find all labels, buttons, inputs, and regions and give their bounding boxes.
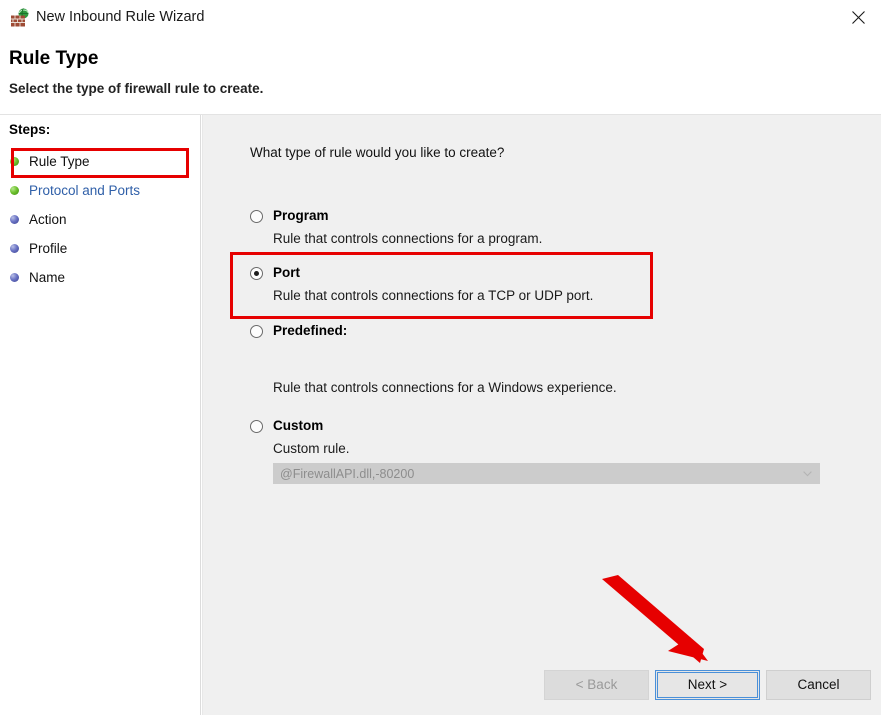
chevron-down-icon (803, 470, 812, 477)
sidebar-item-protocol-and-ports[interactable]: Protocol and Ports (0, 176, 201, 205)
page-header: Rule Type Select the type of firewall ru… (0, 36, 881, 115)
option-title: Custom (273, 418, 324, 433)
sidebar-item-label: Action (29, 212, 67, 227)
radio-program[interactable] (250, 210, 263, 223)
option-predefined[interactable]: Predefined: (250, 323, 850, 341)
steps-sidebar: Steps: Rule Type Protocol and Ports Acti… (0, 115, 201, 715)
sidebar-item-name[interactable]: Name (0, 263, 201, 292)
predefined-dropdown-value: @FirewallAPI.dll,-80200 (280, 466, 415, 481)
close-icon[interactable] (835, 0, 881, 34)
radio-custom[interactable] (250, 420, 263, 433)
option-description: Rule that controls connections for a TCP… (273, 288, 594, 303)
sidebar-item-label: Rule Type (29, 154, 90, 169)
rule-type-question: What type of rule would you like to crea… (250, 145, 505, 160)
radio-port[interactable] (250, 267, 263, 280)
page-title: Rule Type (9, 48, 99, 69)
option-port[interactable]: Port Rule that controls connections for … (250, 265, 850, 303)
option-description: Rule that controls connections for a Win… (273, 380, 617, 395)
button-row: < Back Next > Cancel (203, 670, 881, 715)
option-title: Port (273, 265, 300, 280)
sidebar-item-action[interactable]: Action (0, 205, 201, 234)
radio-predefined[interactable] (250, 325, 263, 338)
option-predefined-description-wrap: Rule that controls connections for a Win… (250, 380, 850, 395)
sidebar-item-profile[interactable]: Profile (0, 234, 201, 263)
back-button[interactable]: < Back (544, 670, 649, 700)
option-title: Program (273, 208, 329, 223)
sidebar-item-label: Protocol and Ports (29, 183, 141, 198)
step-bullet-icon (10, 273, 19, 282)
step-bullet-icon (10, 215, 19, 224)
cancel-button[interactable]: Cancel (766, 670, 871, 700)
next-button[interactable]: Next > (655, 670, 760, 700)
wizard-window: New Inbound Rule Wizard Rule Type Select… (0, 0, 881, 715)
predefined-dropdown[interactable]: @FirewallAPI.dll,-80200 (273, 463, 820, 484)
sidebar-item-label: Profile (29, 241, 68, 256)
firewall-globe-icon (10, 8, 30, 28)
sidebar-item-rule-type[interactable]: Rule Type (0, 147, 201, 176)
option-description: Rule that controls connections for a pro… (273, 231, 543, 246)
content-pane: What type of rule would you like to crea… (202, 115, 881, 715)
step-bullet-icon (10, 244, 19, 253)
step-bullet-icon (10, 186, 19, 195)
option-program[interactable]: Program Rule that controls connections f… (250, 208, 850, 246)
option-custom[interactable]: Custom Custom rule. (250, 418, 850, 456)
steps-heading: Steps: (9, 122, 51, 137)
step-bullet-icon (10, 157, 19, 166)
title-bar: New Inbound Rule Wizard (0, 0, 881, 36)
sidebar-item-label: Name (29, 270, 66, 285)
page-subtitle: Select the type of firewall rule to crea… (9, 81, 264, 96)
window-title: New Inbound Rule Wizard (36, 9, 205, 25)
option-description: Custom rule. (273, 441, 350, 456)
option-title: Predefined: (273, 323, 348, 338)
